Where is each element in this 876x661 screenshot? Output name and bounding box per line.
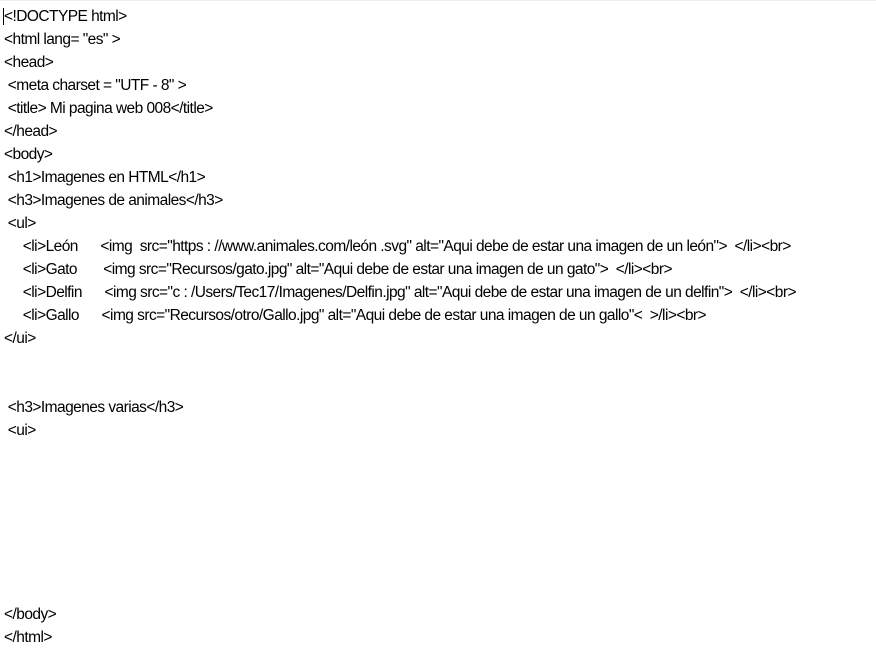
- code-line-h3-varias: <h3>Imagenes varias</h3>: [4, 399, 184, 416]
- code-line-li-leon: <li>León <img src="https : //www.animale…: [4, 238, 792, 255]
- code-line-body-open: <body>: [4, 146, 53, 163]
- code-line-title: <title> Mi pagina web 008</title>: [4, 100, 214, 117]
- code-line-h1: <h1>Imagenes en HTML</h1>: [4, 169, 206, 186]
- code-line-ui-open: <ui>: [4, 422, 37, 439]
- code-line-ui-close: </ui>: [4, 330, 36, 347]
- code-line-li-gallo: <li>Gallo <img src="Recursos/otro/Gallo.…: [4, 307, 707, 324]
- code-line-meta: <meta charset = "UTF - 8" >: [4, 77, 187, 94]
- code-line-li-gato: <li>Gato <img src="Recursos/gato.jpg" al…: [4, 261, 673, 278]
- code-line-html-open: <html lang= "es" >: [4, 31, 121, 48]
- code-line-head-close: </head>: [4, 123, 58, 140]
- code-line-li-delfin: <li>Delfin <img src="c : /Users/Tec17/Im…: [4, 284, 797, 301]
- code-line-body-close: </body>: [4, 606, 57, 623]
- code-line-ul-open: <ul>: [4, 215, 37, 232]
- code-line-h3-animales: <h3>Imagenes de animales</h3>: [4, 192, 224, 209]
- code-line-doctype: <!DOCTYPE html>: [4, 8, 127, 25]
- code-line-html-close: </html>: [4, 629, 52, 646]
- text-editor-area[interactable]: <!DOCTYPE html> <html lang= "es" > <head…: [0, 0, 876, 661]
- code-line-head-open: <head>: [4, 54, 54, 71]
